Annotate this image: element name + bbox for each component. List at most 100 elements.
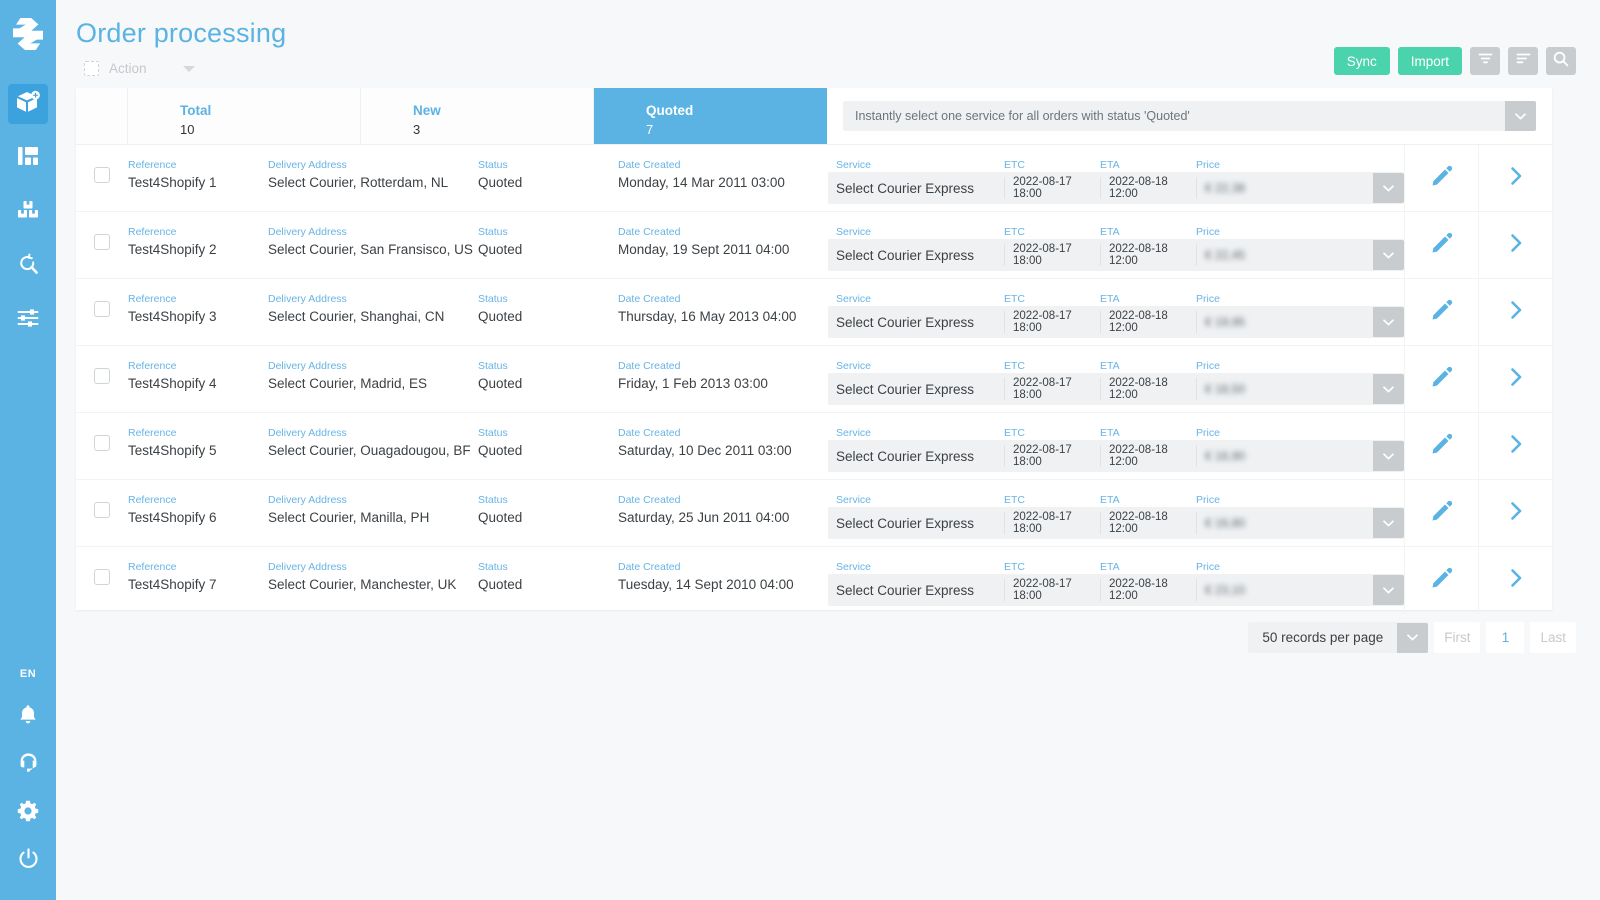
select-all-checkbox[interactable] [84, 61, 99, 76]
sidebar-item-new-order[interactable] [8, 84, 48, 124]
value-price: € 22,45 [1205, 248, 1245, 262]
caret-down-icon[interactable] [183, 66, 195, 72]
service-select[interactable]: Select Courier Express2022-08-17 18:0020… [828, 574, 1404, 606]
chevron-down-icon[interactable] [1373, 240, 1404, 270]
header-price: Price [1196, 493, 1404, 507]
header-reference: Reference [128, 225, 268, 239]
sidebar-item-settings[interactable] [8, 796, 48, 830]
header-reference: Reference [128, 426, 268, 440]
row-checkbox[interactable] [94, 502, 110, 518]
row-edit-button[interactable] [1404, 547, 1478, 614]
service-select[interactable]: Select Courier Express2022-08-17 18:0020… [828, 239, 1404, 271]
service-select[interactable]: Select Courier Express2022-08-17 18:0020… [828, 507, 1404, 539]
row-open-button[interactable] [1478, 480, 1552, 547]
sidebar-item-track[interactable] [8, 246, 48, 286]
sort-button[interactable] [1508, 47, 1538, 75]
sidebar-item-notifications[interactable] [8, 700, 48, 734]
tab-quoted[interactable]: Quoted 7 [594, 88, 827, 144]
headset-support-icon [18, 752, 39, 778]
pencil-icon [1431, 366, 1453, 393]
filter-button[interactable] [1470, 47, 1500, 75]
pagination-first[interactable]: First [1434, 622, 1480, 653]
row-edit-button[interactable] [1404, 279, 1478, 346]
sidebar-item-settings-sliders[interactable] [8, 300, 48, 340]
tab-new[interactable]: New 3 [361, 88, 594, 144]
bulk-service-select[interactable]: Instantly select one service for all ord… [843, 101, 1536, 131]
cell-service-group: ServiceETCETAPriceSelect Courier Express… [828, 279, 1404, 338]
sync-button[interactable]: Sync [1334, 47, 1390, 75]
value-delivery-address: Select Courier, Madrid, ES [268, 373, 478, 395]
row-open-button[interactable] [1478, 145, 1552, 212]
row-edit-button[interactable] [1404, 346, 1478, 413]
value-date-created: Thursday, 16 May 2013 04:00 [618, 306, 828, 328]
row-checkbox[interactable] [94, 569, 110, 585]
search-icon [1553, 51, 1569, 72]
header-etc: ETC [1004, 292, 1100, 306]
cell-status: StatusQuoted [478, 145, 618, 194]
pagination: 50 records per page First 1 Last [1248, 622, 1576, 653]
row-open-button[interactable] [1478, 212, 1552, 279]
row-edit-button[interactable] [1404, 145, 1478, 212]
search-button[interactable] [1546, 47, 1576, 75]
chevron-right-icon [1505, 366, 1527, 393]
value-price: € 16,90 [1205, 449, 1245, 463]
value-date-created: Monday, 14 Mar 2011 03:00 [618, 172, 828, 194]
chevron-right-icon [1505, 232, 1527, 259]
sidebar-item-dashboard[interactable] [8, 138, 48, 178]
sliders-icon [17, 307, 39, 334]
service-select[interactable]: Select Courier Express2022-08-17 18:0020… [828, 440, 1404, 472]
cell-service-group: ServiceETCETAPriceSelect Courier Express… [828, 212, 1404, 271]
row-checkbox[interactable] [94, 234, 110, 250]
chevron-down-icon[interactable] [1397, 623, 1428, 653]
table-row: ReferenceTest4Shopify 6Delivery AddressS… [76, 480, 1552, 547]
sidebar-item-language[interactable]: EN [20, 668, 36, 680]
chevron-down-icon[interactable] [1373, 508, 1404, 538]
chevron-down-icon[interactable] [1373, 173, 1404, 203]
pagination-page-1[interactable]: 1 [1486, 622, 1524, 653]
sidebar-item-logout[interactable] [8, 844, 48, 878]
pencil-icon [1431, 299, 1453, 326]
cell-delivery-address: Delivery AddressSelect Courier, San Fran… [268, 212, 478, 261]
header-service: Service [828, 426, 1004, 440]
value-date-created: Saturday, 25 Jun 2011 04:00 [618, 507, 828, 529]
row-open-button[interactable] [1478, 279, 1552, 346]
row-checkbox[interactable] [94, 167, 110, 183]
value-delivery-address: Select Courier, Manilla, PH [268, 507, 478, 529]
header-reference: Reference [128, 560, 268, 574]
service-select[interactable]: Select Courier Express2022-08-17 18:0020… [828, 172, 1404, 204]
header-eta: ETA [1100, 493, 1196, 507]
value-price: € 22,38 [1205, 181, 1245, 195]
row-open-button[interactable] [1478, 413, 1552, 480]
import-button[interactable]: Import [1398, 47, 1462, 75]
header-delivery-address: Delivery Address [268, 426, 478, 440]
row-checkbox[interactable] [94, 368, 110, 384]
row-open-button[interactable] [1478, 346, 1552, 413]
chevron-down-icon[interactable] [1373, 441, 1404, 471]
sidebar-item-support[interactable] [8, 748, 48, 782]
pagination-last[interactable]: Last [1530, 622, 1576, 653]
row-checkbox[interactable] [94, 301, 110, 317]
service-select[interactable]: Select Courier Express2022-08-17 18:0020… [828, 306, 1404, 338]
row-checkbox[interactable] [94, 435, 110, 451]
row-edit-button[interactable] [1404, 413, 1478, 480]
chevron-down-icon[interactable] [1373, 307, 1404, 337]
header-etc: ETC [1004, 225, 1100, 239]
sidebar-item-shipments[interactable] [8, 192, 48, 232]
chevron-down-icon[interactable] [1373, 374, 1404, 404]
chevron-down-icon[interactable] [1373, 575, 1404, 605]
chevron-right-icon [1505, 433, 1527, 460]
chevron-down-icon[interactable] [1505, 101, 1536, 131]
records-per-page-select[interactable]: 50 records per page [1248, 622, 1428, 653]
row-edit-button[interactable] [1404, 480, 1478, 547]
row-edit-button[interactable] [1404, 212, 1478, 279]
value-reference: Test4Shopify 4 [128, 373, 268, 395]
cell-date-created: Date CreatedSaturday, 10 Dec 2011 03:00 [618, 413, 828, 462]
header-eta: ETA [1100, 560, 1196, 574]
header-date-created: Date Created [618, 560, 828, 574]
service-select[interactable]: Select Courier Express2022-08-17 18:0020… [828, 373, 1404, 405]
row-open-button[interactable] [1478, 547, 1552, 614]
header-status: Status [478, 560, 618, 574]
tab-total[interactable]: Total 10 [128, 88, 361, 144]
app-logo-icon[interactable] [8, 14, 48, 54]
chevron-right-icon [1505, 165, 1527, 192]
